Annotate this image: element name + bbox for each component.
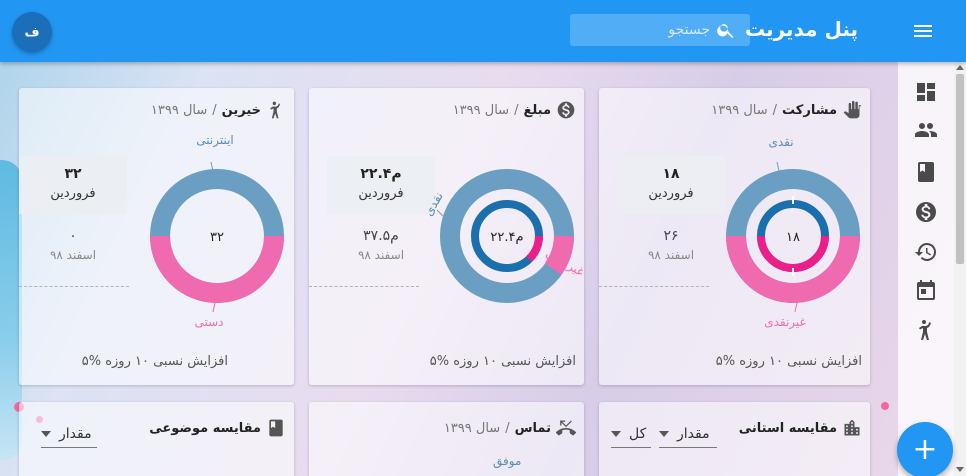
card-title: خیرین	[221, 102, 261, 118]
current-value: ۱۸	[662, 166, 680, 182]
dashboard-icon[interactable]	[914, 80, 938, 104]
history-icon[interactable]	[914, 240, 938, 264]
card-title: تماس	[514, 420, 551, 436]
scrollbar-thumb[interactable]	[956, 74, 964, 264]
current-stat: ۲۲.۴م فروردین	[327, 156, 435, 214]
app-bar: پنل مدیریت ف	[0, 0, 966, 62]
card-province-comparison: مقایسه استانی مقدار کل	[599, 402, 870, 476]
slice-label-a: نقدی	[768, 135, 793, 149]
chevron-down-icon	[659, 430, 669, 437]
card-title: مقایسه موضوعی	[149, 420, 261, 436]
card-donors: خیرین / سال ۱۳۹۹ ۳۲ فروردین ۰ اسفند ۹۸ ۳…	[19, 88, 294, 385]
metric-dropdown[interactable]: مقدار	[659, 420, 717, 448]
card-subtitle: سال ۱۳۹۹	[452, 102, 510, 118]
dropdown-value: کل	[629, 425, 647, 442]
scroll-up-arrow[interactable]	[956, 65, 964, 70]
current-stat: ۳۲ فروردین	[19, 156, 127, 214]
app-title: پنل مدیریت	[744, 17, 858, 41]
card-title: مشارکت	[782, 102, 837, 118]
book-icon	[266, 418, 286, 438]
slice-label-b: دستی	[194, 315, 223, 329]
donut-chart: ۲۲.۴م نقدی غیرنقدی	[421, 166, 587, 310]
card-title: مبلغ	[523, 102, 551, 118]
current-value: ۲۲.۴م	[360, 166, 402, 182]
partial-chart-label: موفق	[493, 454, 522, 468]
card-footer: ۵% افزایش نسبی ۱۰ روزه	[715, 354, 862, 369]
slice-label-a: اینترنتی	[196, 133, 234, 148]
card-header: مشارکت / سال ۱۳۹۹	[711, 98, 862, 122]
card-footer: ۵% افزایش نسبی ۱۰ روزه	[429, 354, 576, 369]
card-sub-separator: /	[772, 102, 778, 118]
previous-value: ۳۷.۵م	[363, 228, 399, 244]
previous-label: اسفند ۹۸	[357, 248, 405, 262]
avatar[interactable]: ف	[12, 12, 52, 52]
search-box	[570, 14, 750, 46]
divider	[19, 286, 129, 287]
person-raised-icon[interactable]	[914, 318, 938, 342]
card-participation: مشارکت / سال ۱۳۹۹ ۱۸ فروردین ۲۶ اسفند ۹۸…	[599, 88, 870, 385]
card-sub-separator: /	[514, 102, 519, 118]
hand-icon	[842, 100, 862, 120]
card-header: مقایسه استانی	[739, 416, 862, 440]
previous-value: ۰	[69, 228, 77, 244]
card-topic-comparison: مقایسه موضوعی مقدار	[19, 402, 294, 476]
card-header: تماس / سال ۱۳۹۹	[444, 416, 576, 440]
calendar-icon[interactable]	[914, 278, 938, 302]
side-rail	[898, 62, 954, 476]
donut-center-label: ۲۲.۴م	[490, 230, 523, 245]
menu-icon[interactable]	[910, 19, 936, 43]
scope-dropdown[interactable]: کل	[611, 420, 651, 448]
dollar-icon[interactable]	[914, 200, 938, 224]
card-footer: ۵% افزایش نسبی ۱۰ روزه	[81, 354, 228, 369]
dropdown-value: مقدار	[677, 425, 710, 442]
donut-chart: ۳۲ اینترنتی دستی	[147, 133, 287, 329]
slice-label-b: غیرنقدی	[764, 315, 806, 330]
metric-dropdown[interactable]: مقدار	[41, 420, 97, 448]
card-subtitle: سال ۱۳۹۹	[711, 102, 768, 118]
phone-missed-icon	[556, 418, 576, 438]
previous-value: ۲۶	[663, 228, 679, 244]
chevron-down-icon	[611, 430, 621, 437]
search-icon[interactable]	[716, 20, 736, 40]
card-sub-separator: /	[212, 102, 217, 118]
current-value: ۳۲	[64, 166, 82, 182]
people-icon[interactable]	[914, 118, 938, 142]
current-stat: ۱۸ فروردین	[617, 156, 725, 214]
card-amount: مبلغ / سال ۱۳۹۹ ۲۲.۴م فروردین ۳۷.۵م اسفن…	[309, 88, 587, 385]
scrollbar[interactable]	[954, 62, 966, 476]
person-raised-icon	[266, 100, 286, 120]
building-icon	[842, 418, 862, 438]
donut-chart: ۱۸ نقدی غیرنقدی	[723, 135, 863, 330]
background-dot	[881, 402, 889, 410]
card-subtitle: سال ۱۳۹۹	[150, 102, 208, 118]
card-header: خیرین / سال ۱۳۹۹	[151, 98, 286, 122]
scroll-down-arrow[interactable]	[956, 467, 964, 472]
current-label: فروردین	[50, 186, 96, 201]
dropdown-value: مقدار	[59, 425, 92, 442]
current-label: فروردین	[358, 186, 404, 201]
card-sub-separator: /	[505, 420, 510, 436]
previous-label: اسفند ۹۸	[49, 248, 97, 262]
add-button[interactable]: +	[897, 422, 953, 476]
divider	[599, 286, 709, 287]
card-header: مبلغ / سال ۱۳۹۹	[453, 98, 576, 122]
previous-label: اسفند ۹۸	[647, 248, 695, 262]
search-input[interactable]	[578, 14, 710, 46]
donut-center-label: ۳۲	[210, 230, 224, 245]
dollar-icon	[556, 100, 576, 120]
divider	[309, 286, 419, 287]
card-contact: تماس / سال ۱۳۹۹ موفق	[309, 402, 584, 476]
card-header: مقایسه موضوعی	[149, 416, 286, 440]
card-title: مقایسه استانی	[738, 420, 837, 436]
chevron-down-icon	[41, 430, 51, 437]
donut-center-label: ۱۸	[786, 230, 800, 245]
current-label: فروردین	[648, 186, 694, 201]
card-subtitle: سال ۱۳۹۹	[443, 420, 501, 436]
book-icon[interactable]	[914, 160, 938, 184]
